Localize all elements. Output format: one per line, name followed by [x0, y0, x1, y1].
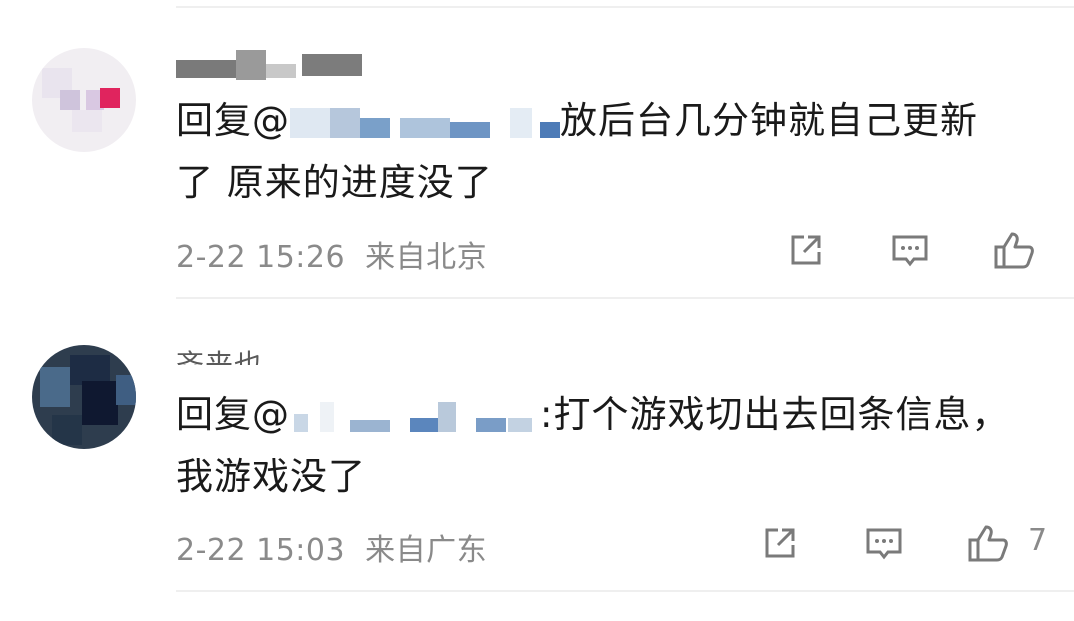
share-icon[interactable]: [784, 228, 828, 272]
comment-body: 放后台几分钟就自己更新: [560, 99, 978, 142]
comment-body-line2: 我游戏没了: [176, 455, 366, 498]
comment-actions: [0, 228, 1074, 272]
comment-body-line2: 了 原来的进度没了: [176, 161, 493, 204]
bottom-divider: [176, 590, 1074, 592]
comment-text: 回复@ 放后台几分钟就自己更新 了 原来的进度没了: [176, 90, 1036, 214]
mention-redacted[interactable]: [290, 401, 540, 432]
comment-actions: 7: [0, 521, 1074, 565]
comment-text: 回复@ :打个游戏切出去回条信息， 我游戏没了: [176, 384, 1036, 508]
like-count: 7: [1028, 523, 1048, 558]
mention-redacted[interactable]: [290, 107, 560, 138]
username-partial[interactable]: 齐来也: [176, 343, 263, 365]
comment-body: :打个游戏切出去回条信息，: [540, 393, 1010, 436]
thumbs-up-icon[interactable]: [966, 521, 1010, 565]
comment-icon[interactable]: [888, 228, 932, 272]
username-redacted[interactable]: [176, 50, 366, 80]
thumbs-up-icon[interactable]: [992, 228, 1036, 272]
avatar[interactable]: [32, 48, 136, 152]
reply-prefix: 回复@: [176, 99, 290, 142]
comment-icon[interactable]: [862, 521, 906, 565]
comment-divider: [176, 297, 1074, 299]
reply-prefix: 回复@: [176, 393, 290, 436]
top-divider: [176, 6, 1074, 8]
avatar[interactable]: [32, 345, 136, 449]
share-icon[interactable]: [758, 521, 802, 565]
